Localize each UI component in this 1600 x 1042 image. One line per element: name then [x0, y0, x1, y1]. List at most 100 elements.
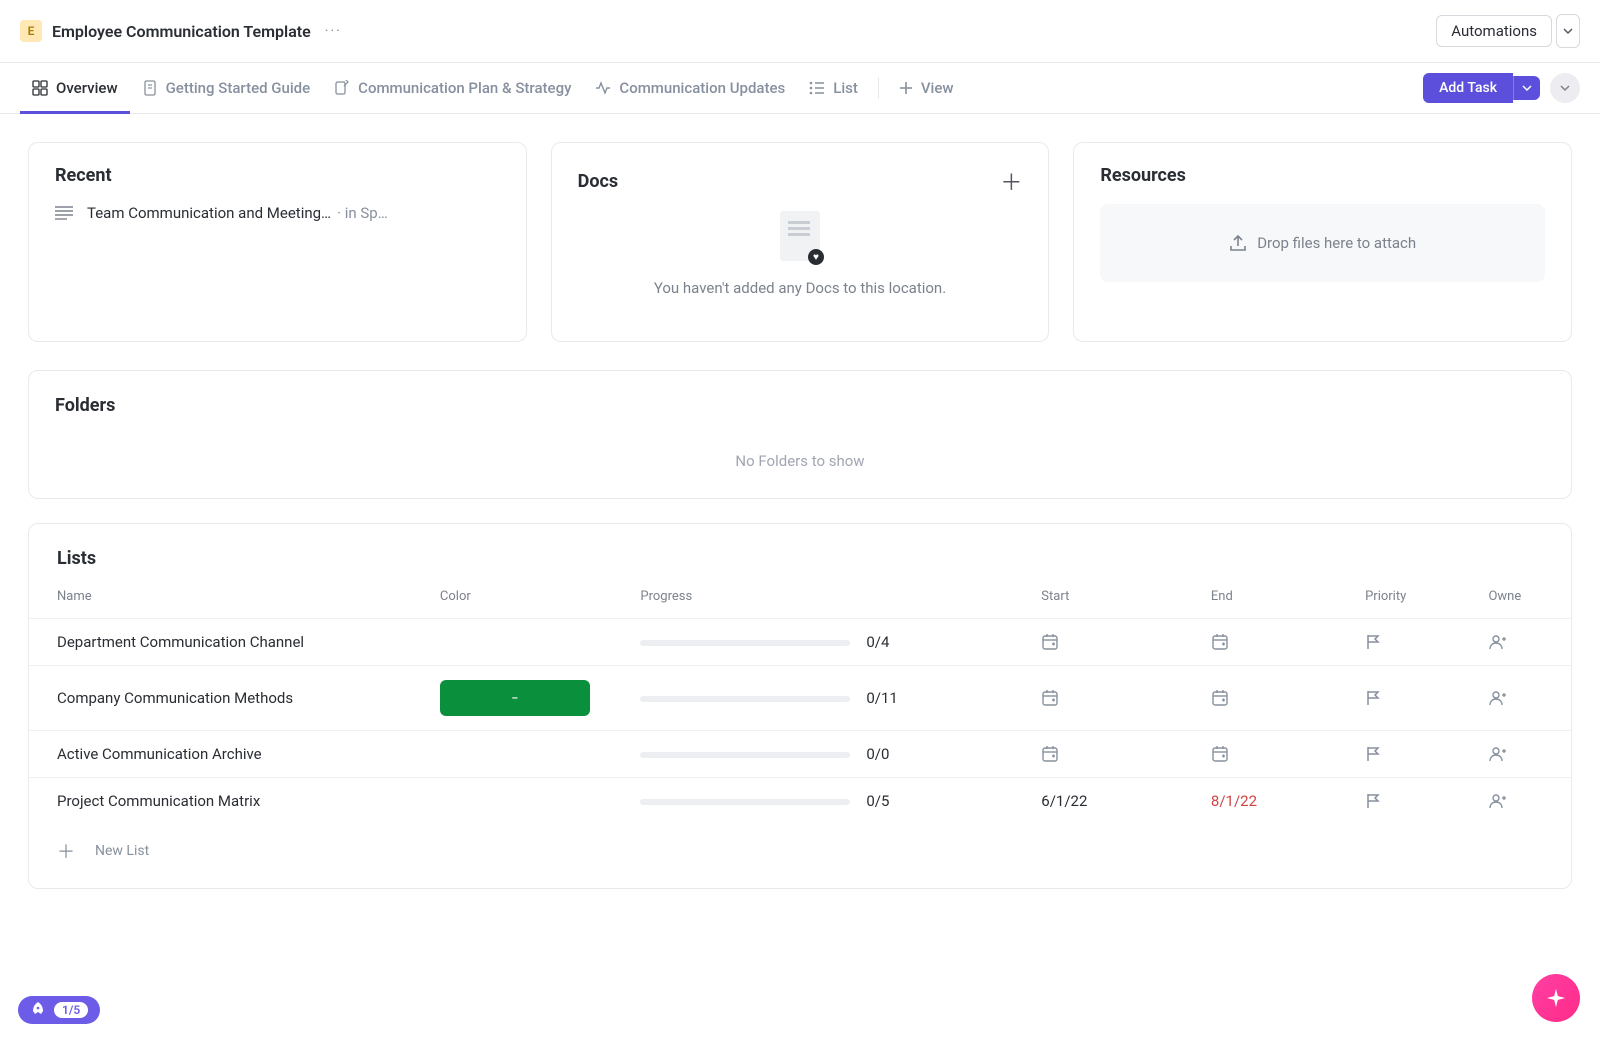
list-start	[1031, 731, 1201, 778]
list-start	[1031, 666, 1201, 731]
lists-card: Lists Name Color Progress Start End Prio…	[28, 523, 1572, 889]
tab-list[interactable]: List	[797, 63, 870, 113]
list-progress: 0/4	[630, 619, 1031, 666]
page-header: E Employee Communication Template ··· Au…	[0, 0, 1600, 63]
list-end	[1201, 619, 1355, 666]
list-progress: 0/11	[630, 666, 1031, 731]
priority-flag-icon[interactable]	[1355, 778, 1478, 825]
tab-overview-label: Overview	[56, 79, 118, 97]
recent-item[interactable]: Team Communication and Meeting… · in Sp…	[55, 204, 500, 222]
recent-item-meta: · in Sp…	[337, 204, 388, 222]
recent-title: Recent	[55, 165, 500, 186]
tab-add-view[interactable]: View	[887, 63, 966, 113]
tab-plan-strategy-label: Communication Plan & Strategy	[358, 79, 571, 97]
lists-title: Lists	[29, 548, 1571, 581]
docs-empty-state: ♥ You haven't added any Docs to this loc…	[578, 211, 1023, 297]
space-badge: E	[20, 20, 42, 42]
page-title[interactable]: Employee Communication Template	[52, 22, 311, 41]
list-color	[430, 778, 630, 825]
add-task-button[interactable]: Add Task	[1423, 73, 1513, 103]
tab-overview[interactable]: Overview	[20, 63, 130, 113]
list-color	[430, 619, 630, 666]
docs-card: Docs ＋ ♥ You haven't added any Docs to t…	[551, 142, 1050, 342]
add-owner-icon[interactable]	[1478, 778, 1571, 825]
list-color: -	[430, 666, 630, 731]
tab-separator	[878, 77, 879, 99]
list-progress: 0/5	[630, 778, 1031, 825]
add-owner-icon[interactable]	[1478, 666, 1571, 731]
list-color	[430, 731, 630, 778]
list-end	[1201, 666, 1355, 731]
list-name: Project Communication Matrix	[29, 778, 430, 825]
chevron-down-icon	[1560, 83, 1570, 93]
folders-empty-text: No Folders to show	[55, 452, 1545, 470]
priority-flag-icon[interactable]	[1355, 619, 1478, 666]
dashboard-icon	[32, 80, 48, 96]
tab-plan-strategy[interactable]: Communication Plan & Strategy	[322, 63, 583, 113]
chevron-down-icon	[1522, 83, 1532, 93]
chevron-down-icon	[1563, 26, 1573, 36]
tab-getting-started-label: Getting Started Guide	[166, 79, 311, 97]
list-name: Department Communication Channel	[29, 619, 430, 666]
tab-updates[interactable]: Communication Updates	[583, 63, 797, 113]
col-end: End	[1201, 581, 1355, 619]
calendar-add-icon[interactable]	[1211, 633, 1345, 651]
list-start: 6/1/22	[1031, 778, 1201, 825]
tab-list-label: List	[833, 79, 858, 97]
automations-label: Automations	[1451, 22, 1537, 40]
calendar-add-icon[interactable]	[1041, 633, 1191, 651]
list-name: Company Communication Methods	[29, 666, 430, 731]
add-doc-button[interactable]: ＋	[1000, 165, 1022, 197]
priority-flag-icon[interactable]	[1355, 666, 1478, 731]
more-menu-icon[interactable]: ···	[325, 23, 342, 39]
table-row[interactable]: Active Communication Archive0/0	[29, 731, 1571, 778]
list-name: Active Communication Archive	[29, 731, 430, 778]
resources-card: Resources Drop files here to attach	[1073, 142, 1572, 342]
col-owner: Owne	[1478, 581, 1571, 619]
list-start	[1031, 619, 1201, 666]
pinned-doc-icon	[142, 80, 158, 96]
upload-icon	[1229, 234, 1247, 252]
new-list-label: New List	[95, 843, 149, 859]
add-owner-icon[interactable]	[1478, 619, 1571, 666]
add-owner-icon[interactable]	[1478, 731, 1571, 778]
automations-button[interactable]: Automations	[1436, 15, 1552, 47]
add-task-button-group: Add Task	[1423, 73, 1540, 103]
plus-icon	[899, 81, 913, 95]
new-list-button[interactable]: ＋ New List	[29, 824, 1571, 878]
ai-assistant-button[interactable]	[1532, 974, 1580, 1022]
tab-view-label: View	[921, 79, 954, 97]
tab-getting-started[interactable]: Getting Started Guide	[130, 63, 323, 113]
docs-title: Docs	[578, 171, 618, 192]
view-tabs: Overview Getting Started Guide Communica…	[0, 63, 1600, 114]
list-icon	[809, 80, 825, 96]
add-task-caret[interactable]	[1513, 76, 1540, 100]
recent-card: Recent Team Communication and Meeting… ·…	[28, 142, 527, 342]
activity-icon	[595, 80, 611, 96]
lists-table: Name Color Progress Start End Priority O…	[29, 581, 1571, 824]
col-progress: Progress	[630, 581, 1031, 619]
onboarding-progress-value: 1/5	[54, 1002, 88, 1018]
folders-title: Folders	[55, 395, 1545, 416]
onboarding-progress-button[interactable]: 1/5	[18, 996, 100, 1024]
table-row[interactable]: Department Communication Channel 0/4	[29, 619, 1571, 666]
resources-title: Resources	[1100, 165, 1545, 186]
calendar-add-icon[interactable]	[1041, 689, 1191, 707]
sparkle-icon	[1545, 987, 1567, 1009]
col-priority: Priority	[1355, 581, 1478, 619]
table-row[interactable]: Company Communication Methods- 0/11	[29, 666, 1571, 731]
calendar-add-icon[interactable]	[1211, 689, 1345, 707]
col-color: Color	[430, 581, 630, 619]
color-pill[interactable]: -	[440, 680, 590, 716]
list-end: 8/1/22	[1201, 778, 1355, 825]
calendar-add-icon[interactable]	[1041, 745, 1191, 763]
automations-caret[interactable]	[1556, 14, 1580, 48]
docs-empty-message: You haven't added any Docs to this locat…	[654, 279, 946, 297]
expand-views-button[interactable]	[1550, 73, 1580, 103]
table-row[interactable]: Project Communication Matrix 0/56/1/228/1…	[29, 778, 1571, 825]
resources-dropzone[interactable]: Drop files here to attach	[1100, 204, 1545, 282]
dropzone-text: Drop files here to attach	[1257, 234, 1416, 252]
priority-flag-icon[interactable]	[1355, 731, 1478, 778]
calendar-add-icon[interactable]	[1211, 745, 1345, 763]
list-end	[1201, 731, 1355, 778]
